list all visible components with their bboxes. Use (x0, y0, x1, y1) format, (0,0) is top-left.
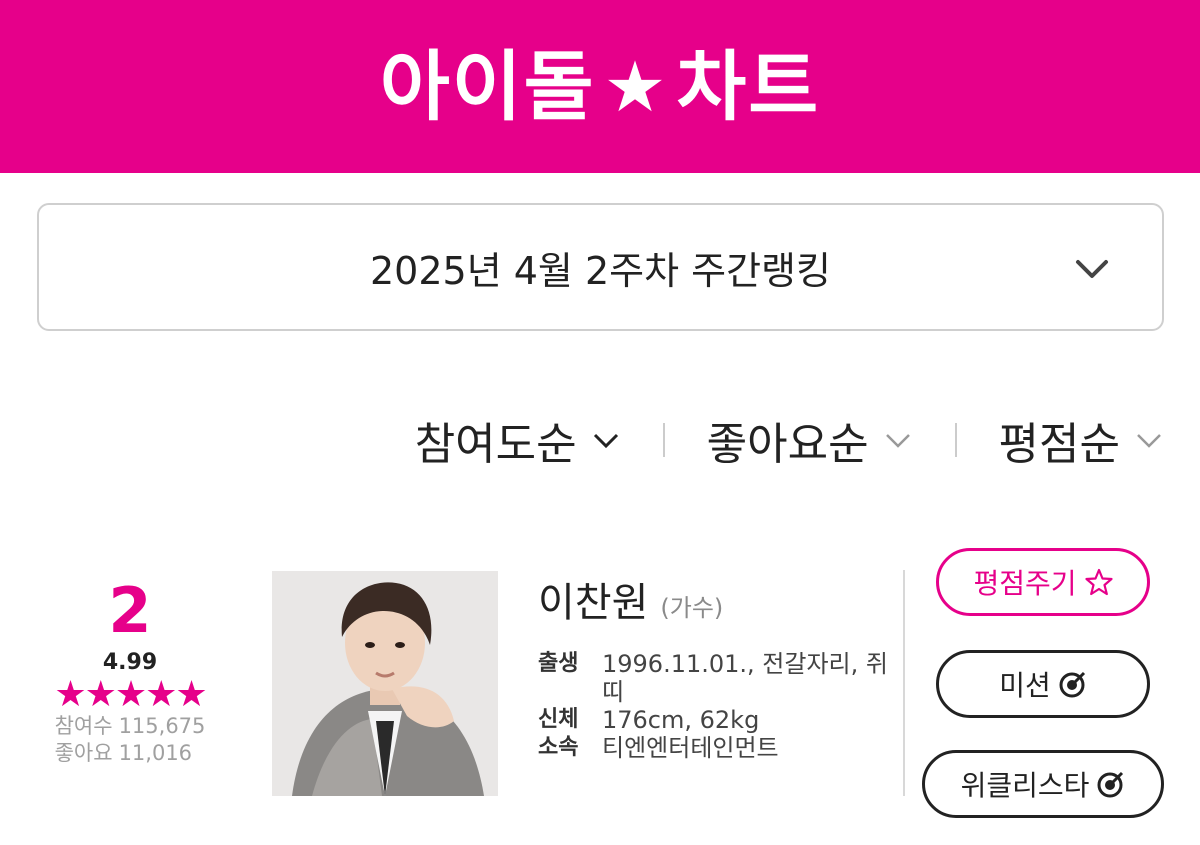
artist-name[interactable]: 이찬원 (538, 570, 648, 628)
logo-text-left: 아이돌 (379, 41, 596, 131)
artist-info: 이찬원 (가수) 출생 1996.11.01., 전갈자리, 쥐띠 신체 176… (538, 570, 888, 762)
rate-button-label: 평점주기 (973, 567, 1077, 600)
detail-key-birth: 출생 (538, 651, 579, 676)
sort-divider (954, 423, 957, 457)
sort-rating[interactable]: 평점순 (999, 408, 1164, 472)
chevron-down-icon (593, 433, 618, 449)
rate-button[interactable]: 평점주기 (936, 548, 1150, 616)
sort-likes[interactable]: 좋아요순 (707, 408, 913, 472)
weekly-star-button-label: 위클리스타 (960, 769, 1090, 802)
app-header: 아이돌 ★ 차트 (0, 0, 1200, 173)
logo-star-icon: ★ (603, 45, 669, 128)
detail-key-agency: 소속 (538, 735, 579, 760)
rank-number: 2 (108, 574, 152, 647)
detail-value-agency: 티엔엔터테인먼트 (602, 734, 779, 762)
likes-label: 좋아요 (54, 741, 113, 765)
logo[interactable]: 아이돌 ★ 차트 (379, 41, 821, 131)
chevron-down-icon (885, 434, 910, 448)
profile-photo[interactable] (272, 571, 498, 796)
weekly-star-button[interactable]: 위클리스타 (922, 750, 1164, 818)
stats: 참여수 115,675 좋아요 11,016 (55, 713, 206, 767)
mission-button[interactable]: 미션 (936, 650, 1150, 718)
sort-likes-label: 좋아요순 (706, 419, 869, 470)
sort-participation[interactable]: 참여도순 (415, 408, 621, 472)
sort-participation-label: 참여도순 (414, 419, 577, 470)
rating-score: 4.99 (102, 650, 158, 675)
detail-value-body: 176cm, 62kg (602, 706, 760, 734)
logo-text-right: 차트 (676, 41, 821, 131)
artist-job: (가수) (660, 594, 724, 622)
mission-button-label: 미션 (999, 669, 1051, 702)
participants-label: 참여수 (54, 714, 113, 738)
star-rating-icon: ★★★★★ (54, 674, 207, 715)
week-ranking-label: 2025년 4월 2주차 주간랭킹 (370, 248, 831, 293)
detail-key-body: 신체 (538, 707, 579, 732)
name-line: 이찬원 (가수) (538, 570, 888, 628)
artist-details: 출생 1996.11.01., 전갈자리, 쥐띠 신체 176cm, 62kg … (538, 650, 888, 762)
vertical-divider (903, 570, 905, 796)
participants-row: 참여수 115,675 (55, 713, 206, 740)
sort-divider (662, 423, 665, 457)
target-icon (1059, 671, 1085, 698)
detail-value-birth: 1996.11.01., 전갈자리, 쥐띠 (602, 650, 888, 706)
sort-rating-label: 평점순 (998, 419, 1120, 470)
rank-column: 2 4.99 ★★★★★ 참여수 115,675 좋아요 11,016 (40, 580, 220, 767)
likes-row: 좋아요 11,016 (55, 740, 206, 767)
chevron-down-icon (1076, 260, 1108, 278)
likes-value: 11,016 (118, 741, 193, 765)
chevron-down-icon (1137, 434, 1161, 448)
person-photo-illustration (272, 571, 498, 796)
sort-bar: 참여도순 좋아요순 평점순 (415, 408, 1164, 472)
target-icon (1097, 771, 1124, 798)
star-outline-icon (1084, 568, 1113, 596)
week-ranking-select[interactable]: 2025년 4월 2주차 주간랭킹 (37, 203, 1164, 331)
participants-value: 115,675 (118, 714, 206, 738)
